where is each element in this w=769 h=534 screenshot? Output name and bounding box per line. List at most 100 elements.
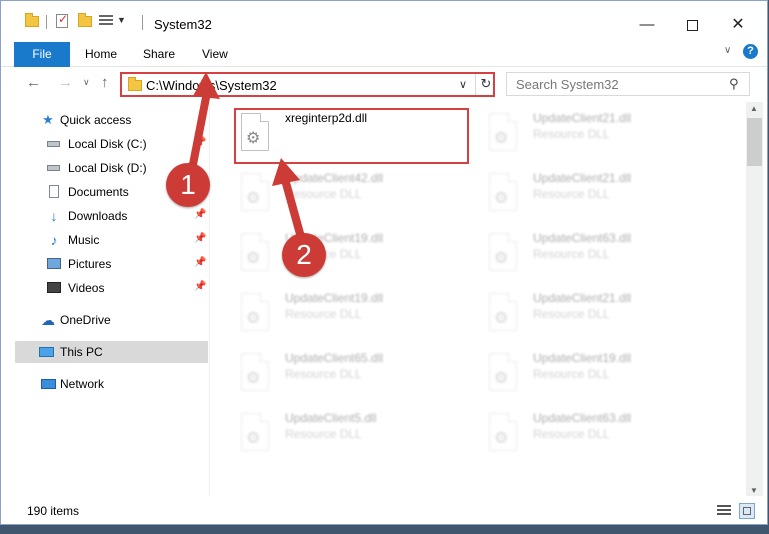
file-item[interactable]: ⚙ UpdateClient42.dll Resource DLL [237,171,467,227]
file-item[interactable]: ⚙ UpdateClient21.dll Resource DLL [485,291,715,347]
scroll-down-icon[interactable]: ▼ [750,486,758,495]
navigation-pane: ★ Quick access Local Disk (C:) 📌 Local D… [1,102,209,496]
scroll-up-icon[interactable]: ▲ [750,104,758,113]
tab-file[interactable]: File [14,42,70,67]
pin-icon[interactable]: 📌 [194,137,206,148]
file-name: UpdateClient42.dll [285,171,384,185]
onedrive-icon: ☁ [41,312,55,328]
maximize-icon [686,19,698,31]
refresh-button[interactable]: ↻ [475,74,496,95]
pin-icon[interactable]: 📌 [194,233,206,244]
large-icons-view-icon[interactable] [739,503,755,519]
recent-locations-dropdown[interactable]: ∨ [83,77,90,88]
drive-icon [47,137,61,151]
dll-file-icon: ⚙ [237,173,273,215]
file-name: UpdateClient63.dll [533,231,632,245]
back-button[interactable]: ← [26,74,41,91]
sidebar-item-pictures[interactable]: Pictures 📌 [1,253,207,275]
file-item[interactable]: ⚙ UpdateClient19.dll Resource DLL [237,291,467,347]
new-folder-icon[interactable] [78,13,92,27]
sidebar-item-label: Local Disk (C:) [68,137,147,151]
file-item[interactable]: ⚙ UpdateClient63.dll Resource DLL [485,231,715,287]
tab-share[interactable]: Share [143,47,175,61]
file-item[interactable]: ⚙ UpdateClient63.dll Resource DLL [485,411,715,467]
documents-icon [47,185,61,199]
sidebar-item-label: Quick access [60,113,132,127]
file-type: Resource DLL [533,247,610,261]
sidebar-item-quick-access[interactable]: ★ Quick access [1,109,207,131]
dll-file-icon: ⚙ [237,293,273,335]
forward-button[interactable]: → [58,74,73,91]
sidebar-item-local-disk-c[interactable]: Local Disk (C:) 📌 [1,133,207,155]
pictures-icon [47,257,61,271]
dll-file-icon: ⚙ [237,233,273,275]
sidebar-item-videos[interactable]: Videos 📌 [1,277,207,299]
expand-ribbon-icon[interactable]: ∨ [724,45,731,56]
step-2-badge: 2 [282,233,326,277]
close-button[interactable]: ✕ [715,11,761,41]
pin-icon[interactable]: 📌 [194,209,206,220]
folder-icon[interactable] [25,12,39,27]
minimize-button[interactable]: — [624,11,670,41]
help-icon[interactable]: ? [743,44,758,59]
music-icon: ♪ [50,232,58,248]
file-type: Resource DLL [285,367,362,381]
up-button[interactable]: ↑ [101,74,109,91]
file-item[interactable]: ⚙ UpdateClient19.dll Resource DLL [237,231,467,287]
sidebar-item-label: OneDrive [60,313,111,327]
tab-view[interactable]: View [202,47,228,61]
computer-icon [39,345,54,359]
drive-icon [47,161,61,175]
sidebar-item-downloads[interactable]: ↓ Downloads 📌 [1,205,207,227]
sidebar-item-label: Local Disk (D:) [68,161,147,175]
sidebar-item-label: This PC [60,345,103,359]
search-input[interactable]: Search System32 [516,77,619,92]
folder-icon [128,77,142,91]
file-name: UpdateClient63.dll [533,411,632,425]
sidebar-item-this-pc[interactable]: This PC [15,341,208,363]
file-name: UpdateClient5.dll [285,411,377,425]
search-box[interactable]: Search System32 ⚲ [506,72,750,96]
sidebar-item-label: Pictures [68,257,112,271]
file-explorer-window: ▼ System32 — ✕ File Home Share View ∨ ? … [0,0,768,525]
file-item[interactable]: ⚙ UpdateClient21.dll Resource DLL [485,111,715,167]
file-type: Resource DLL [533,367,610,381]
file-item[interactable]: ⚙ UpdateClient19.dll Resource DLL [485,351,715,407]
pane-divider[interactable] [209,102,210,496]
properties-icon[interactable] [56,12,68,28]
download-icon: ↓ [50,208,58,224]
file-item[interactable]: ⚙ UpdateClient5.dll Resource DLL [237,411,467,467]
window-title: System32 [154,17,212,32]
address-path[interactable]: C:\Windows\System32 [146,78,277,93]
sidebar-item-network[interactable]: Network [1,373,207,395]
file-name: UpdateClient19.dll [533,351,632,365]
dll-file-icon: ⚙ [485,413,521,455]
dll-file-icon: ⚙ [485,113,521,155]
sidebar-item-music[interactable]: ♪ Music 📌 [1,229,207,251]
sidebar-item-label: Music [68,233,100,247]
status-bar: 190 items [1,499,767,524]
file-name: UpdateClient65.dll [285,351,384,365]
tab-home[interactable]: Home [85,47,117,61]
address-bar[interactable]: C:\Windows\System32 ∨ ↻ [120,72,495,97]
address-dropdown-icon[interactable]: ∨ [459,78,467,91]
pin-icon[interactable]: 📌 [194,257,206,268]
file-type: Resource DLL [533,307,610,321]
file-item[interactable]: ⚙ UpdateClient21.dll Resource DLL [485,171,715,227]
search-icon[interactable]: ⚲ [729,76,739,92]
maximize-button[interactable] [669,11,715,41]
dll-file-icon: ⚙ [485,173,521,215]
file-item[interactable]: ⚙ UpdateClient65.dll Resource DLL [237,351,467,407]
star-icon: ★ [42,112,54,127]
file-type: Resource DLL [285,307,362,321]
customize-toolbar-dropdown[interactable]: ▼ [117,15,126,25]
view-options-icon[interactable] [99,15,113,27]
pin-icon[interactable]: 📌 [194,281,206,292]
sidebar-item-onedrive[interactable]: ☁ OneDrive [1,309,207,331]
sidebar-item-label: Videos [68,281,105,295]
scrollbar-thumb[interactable] [747,118,762,166]
title-separator [142,15,143,30]
vertical-scrollbar[interactable]: ▲ ▼ [746,102,763,496]
file-highlight-box [234,108,469,164]
details-view-icon[interactable] [717,505,731,517]
